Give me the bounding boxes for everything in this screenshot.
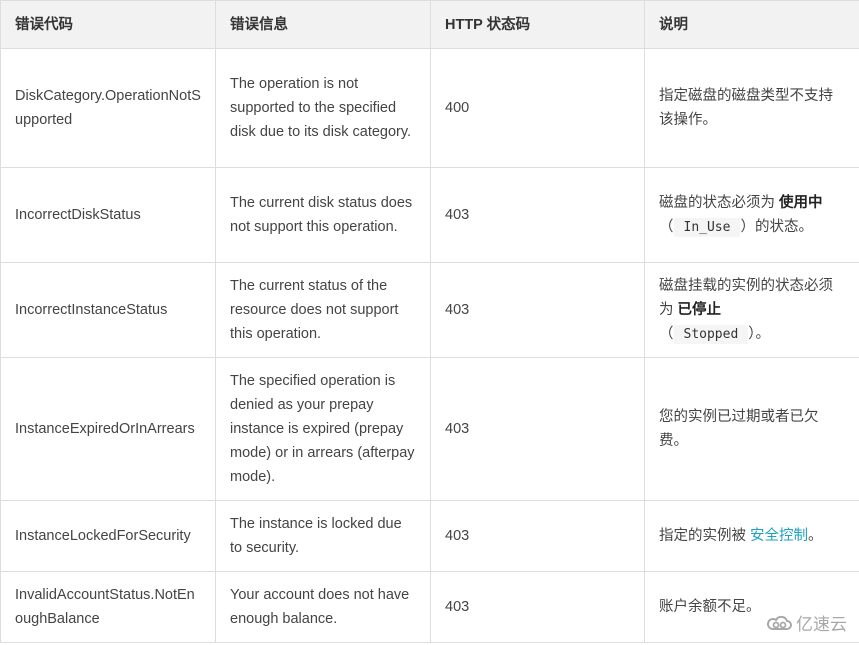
- description-cell: 指定的实例被 安全控制。: [644, 500, 859, 572]
- error-message-cell: Your account does not have enough balanc…: [215, 571, 431, 643]
- status-code-inline: Stopped: [673, 324, 749, 344]
- paren-open: （: [659, 218, 674, 235]
- error-message-cell: The current disk status does not support…: [215, 167, 431, 263]
- table-row: IncorrectInstanceStatus The current stat…: [0, 262, 859, 358]
- error-message-cell: The current status of the resource does …: [215, 262, 431, 358]
- cloud-logo-icon: [767, 615, 792, 630]
- header-error-code: 错误代码: [0, 0, 216, 49]
- watermark: 亿速云: [765, 610, 849, 635]
- description-cell: 磁盘挂载的实例的状态必须为 已停止（Stopped）。: [644, 262, 859, 358]
- http-status-cell: 403: [430, 500, 645, 572]
- watermark-text: 亿速云: [796, 615, 847, 634]
- error-message-cell: The instance is locked due to security.: [215, 500, 431, 572]
- error-code-cell: IncorrectDiskStatus: [0, 167, 216, 263]
- description-text-tail: ）的状态。: [740, 218, 813, 235]
- description-text: 指定的实例被: [659, 528, 751, 544]
- http-status-cell: 403: [430, 167, 645, 263]
- table-row: IncorrectDiskStatus The current disk sta…: [0, 167, 859, 263]
- description-cell: 磁盘的状态必须为 使用中 （In_Use ）的状态。: [644, 167, 859, 263]
- error-code-cell: InstanceExpiredOrInArrears: [0, 357, 216, 501]
- table-row: InstanceExpiredOrInArrears The specified…: [0, 357, 859, 501]
- http-status-cell: 400: [430, 48, 645, 168]
- table-header-row: 错误代码 错误信息 HTTP 状态码 说明: [0, 0, 859, 49]
- description-text-tail: 。: [808, 528, 823, 544]
- error-code-table: 错误代码 错误信息 HTTP 状态码 说明 DiskCategory.Opera…: [0, 0, 859, 643]
- table-row: InvalidAccountStatus.NotEnoughBalance Yo…: [0, 571, 859, 643]
- description-text: 磁盘的状态必须为: [659, 194, 780, 211]
- description-cell: 您的实例已过期或者已欠费。: [644, 357, 859, 501]
- error-code-cell: DiskCategory.OperationNotSupported: [0, 48, 216, 168]
- error-message-cell: The specified operation is denied as you…: [215, 357, 431, 501]
- header-http-status: HTTP 状态码: [430, 0, 645, 49]
- description-cell: 指定磁盘的磁盘类型不支持该操作。: [644, 48, 859, 168]
- table-row: DiskCategory.OperationNotSupported The o…: [0, 48, 859, 168]
- http-status-cell: 403: [430, 357, 645, 501]
- error-code-cell: InstanceLockedForSecurity: [0, 500, 216, 572]
- status-name-bold: 使用中: [779, 194, 823, 211]
- security-control-link[interactable]: 安全控制: [750, 528, 808, 544]
- error-code-cell: IncorrectInstanceStatus: [0, 262, 216, 358]
- description-text-tail: ）。: [748, 325, 771, 342]
- status-name-bold: 已停止: [677, 301, 722, 318]
- status-code-inline: In_Use: [673, 217, 741, 237]
- error-code-cell: InvalidAccountStatus.NotEnoughBalance: [0, 571, 216, 643]
- http-status-cell: 403: [430, 571, 645, 643]
- table-row: InstanceLockedForSecurity The instance i…: [0, 500, 859, 572]
- http-status-cell: 403: [430, 262, 645, 358]
- paren-open: （: [659, 325, 674, 342]
- header-error-message: 错误信息: [215, 0, 431, 49]
- header-description: 说明: [644, 0, 859, 49]
- error-message-cell: The operation is not supported to the sp…: [215, 48, 431, 168]
